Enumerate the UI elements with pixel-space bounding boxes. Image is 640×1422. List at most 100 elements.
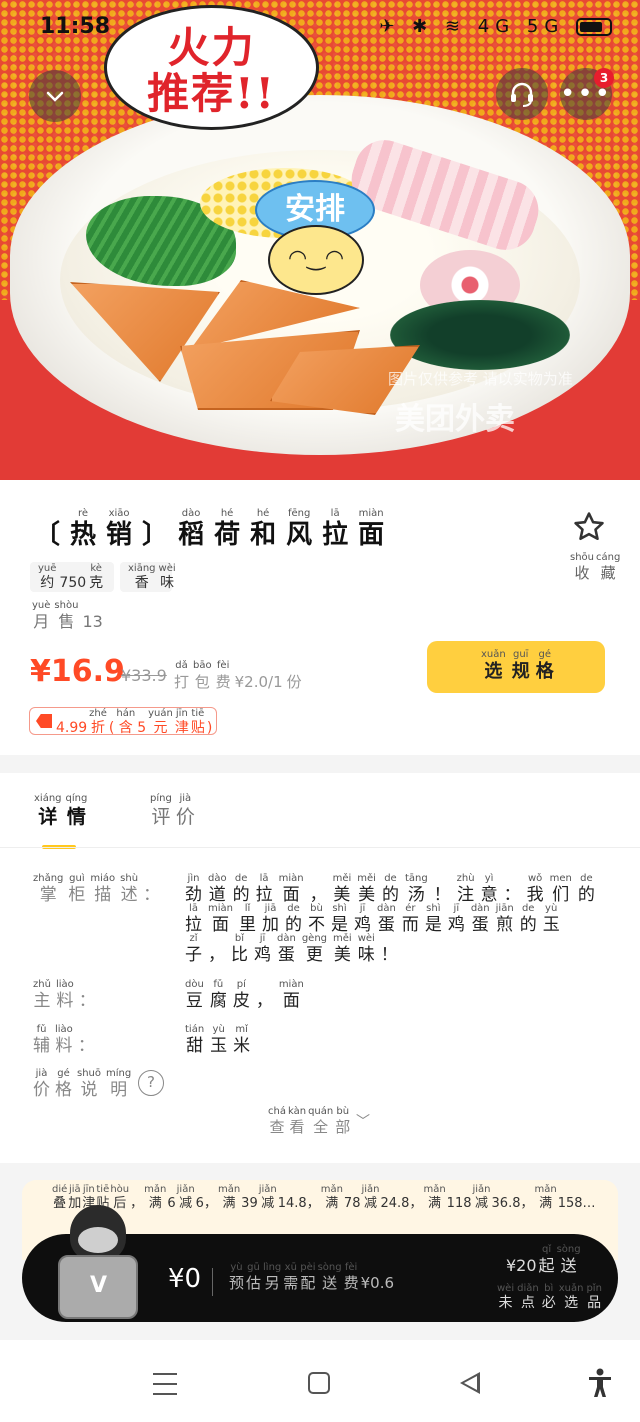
pinyin: qǐ [541, 1244, 552, 1255]
ruby-char: qǐ 起 [539, 1244, 555, 1276]
ruby-char: 6 [167, 1184, 175, 1212]
pinyin: fèi [216, 660, 230, 671]
pinyin: quán [308, 1106, 334, 1117]
hanzi: 蛋 [377, 915, 395, 935]
ruby-char: fǔ 腐 [210, 979, 227, 1011]
pinyin: yuè [32, 600, 51, 611]
help-icon[interactable]: ? [138, 1070, 164, 1096]
original-price: ¥33.9 [121, 666, 167, 685]
ruby-char: ： [143, 873, 160, 905]
more-badge: 3 [594, 68, 614, 88]
ruby-char: gèng 更 [302, 933, 327, 965]
ruby-char: lā 拉 [256, 873, 273, 905]
pinyin: mǐ [235, 1024, 248, 1035]
pinyin: miàn [278, 979, 304, 990]
hanzi: 送 [560, 1256, 577, 1275]
pinyin: mǎn [423, 1184, 446, 1195]
hanzi: ， [255, 991, 273, 1011]
ruby-char: lǐ 里 [239, 903, 256, 935]
menu-icon[interactable] [153, 1373, 177, 1395]
pinyin: jīn [82, 1184, 95, 1195]
pinyin: wǒ [527, 873, 543, 884]
pinyin: xuǎn [481, 649, 506, 660]
ruby-char: ( [109, 708, 114, 736]
ruby-char: zǐ 子 [185, 933, 202, 965]
customer-service-button[interactable] [496, 68, 548, 120]
pinyin: pèi [300, 1262, 316, 1273]
ruby-char: miàn 面 [358, 508, 384, 550]
tab-detail[interactable]: xiáng 详 qíng 情 [34, 793, 91, 829]
pinyin: miáo [90, 873, 116, 884]
ruby-char: guī 规 [512, 649, 530, 683]
pinyin: de [384, 873, 397, 884]
pinyin: shòu [54, 600, 79, 611]
view-all-button[interactable]: chá 查 kàn 看 quán 全 bù 部 [268, 1106, 352, 1136]
collapse-button[interactable] [29, 70, 81, 122]
hanzi: 豆 [185, 991, 203, 1011]
hanzi: 14.8， [277, 1196, 320, 1211]
desc-line-2: lā 拉 miàn 面 lǐ 里 jiā 加 de 的 bù 不 shì 是 jī 鸡 dàn 蛋 ér 而 shì 是 j… [185, 903, 566, 935]
pinyin: mǎn [217, 1184, 241, 1195]
favorite-label[interactable]: shōu 收 cáng 藏 [570, 552, 622, 582]
pinyin: mǎn [534, 1184, 557, 1195]
ruby-char: 〔 [34, 508, 60, 550]
pinyin: wèi [158, 563, 176, 574]
pinyin: tiē [96, 1184, 110, 1195]
ruby-char: gé 格 [536, 649, 554, 683]
favorite-button[interactable] [569, 510, 609, 548]
tab-review[interactable]: píng 评 jià 价 [150, 793, 199, 829]
hanzi: 面 [282, 885, 300, 905]
hanzi: 元 [153, 720, 168, 736]
pinyin: zhǎng [33, 873, 64, 884]
pinyin: tián [185, 1024, 205, 1035]
hanzi: 估 [246, 1274, 262, 1292]
pinyin: xū [284, 1262, 297, 1273]
pinyin: shì [426, 903, 441, 914]
required-item-hint: wèi 未 diǎn 点 bì 必 xuǎn 选 pǐn 品 [497, 1283, 605, 1311]
ruby-char: 4.99 [56, 708, 87, 736]
hanzi: 克 [89, 575, 104, 591]
pinyin: dàn [470, 903, 490, 914]
hanzi: 另 [264, 1274, 280, 1292]
pinyin: xuǎn [558, 1283, 584, 1294]
hanzi: 选 [484, 661, 503, 682]
pinyin: mǎn [144, 1184, 167, 1195]
hanzi: 荷 [214, 520, 241, 550]
pinyin: dào [181, 508, 201, 519]
ruby-char: sòng 送 [318, 1262, 342, 1292]
pinyin: lā [259, 873, 269, 884]
ruby-char: jī 鸡 [448, 903, 465, 935]
rider-mascot-icon[interactable]: V [58, 1205, 138, 1323]
pinyin: jià [35, 1068, 48, 1079]
hanzi: 我 [526, 885, 544, 905]
pinyin: shōu [570, 552, 595, 563]
hanzi: 描 [94, 885, 112, 905]
pinyin: hòu [110, 1184, 130, 1195]
hanzi: ： [78, 991, 96, 1011]
ruby-char: píng 评 [150, 793, 172, 829]
hanzi: 减 [363, 1196, 377, 1211]
accessibility-icon[interactable] [587, 1368, 613, 1398]
pinyin: bǐ [234, 933, 245, 944]
star-outline-icon [574, 512, 604, 541]
home-icon[interactable] [308, 1372, 330, 1394]
system-nav-bar [0, 1340, 640, 1422]
product-info-card: 〔 rè 热 xiāo 销〕 dào 稻 hé 荷 hé 和 fēng 风 lā 拉 miàn 面 shōu 收 c… [0, 480, 640, 755]
ruby-char: ¥2.0/1 [235, 660, 283, 692]
ruby-char: gū 估 [246, 1262, 261, 1292]
ruby-char: sòng 送 [557, 1244, 581, 1276]
ruby-char: jiān 煎 [496, 903, 514, 935]
pinyin: dòu [185, 979, 204, 990]
product-image[interactable]: 火力 推荐!! 安排 ◠‿◠ 图片仅供参考 请以实物为准 美团外卖 [0, 0, 640, 480]
ruby-char: shòu 售 [54, 600, 78, 632]
flavor-tag: xiāng 香 wèi 味 [120, 562, 176, 592]
select-spec-button[interactable]: xuǎn 选 guī 规 gé 格 [427, 641, 605, 693]
hanzi: 主 [33, 991, 51, 1011]
hanzi: 贴 [190, 720, 205, 736]
headset-icon [511, 82, 533, 107]
hanzi: 份 [286, 673, 302, 691]
main-ingredient-value: dòu 豆 fǔ 腐 pí 皮， miàn 面 [185, 979, 310, 1011]
ruby-char: jīn 津 [175, 708, 189, 736]
ruby-char: xuǎn 选 [481, 649, 506, 683]
hanzi: 查 [269, 1118, 285, 1136]
